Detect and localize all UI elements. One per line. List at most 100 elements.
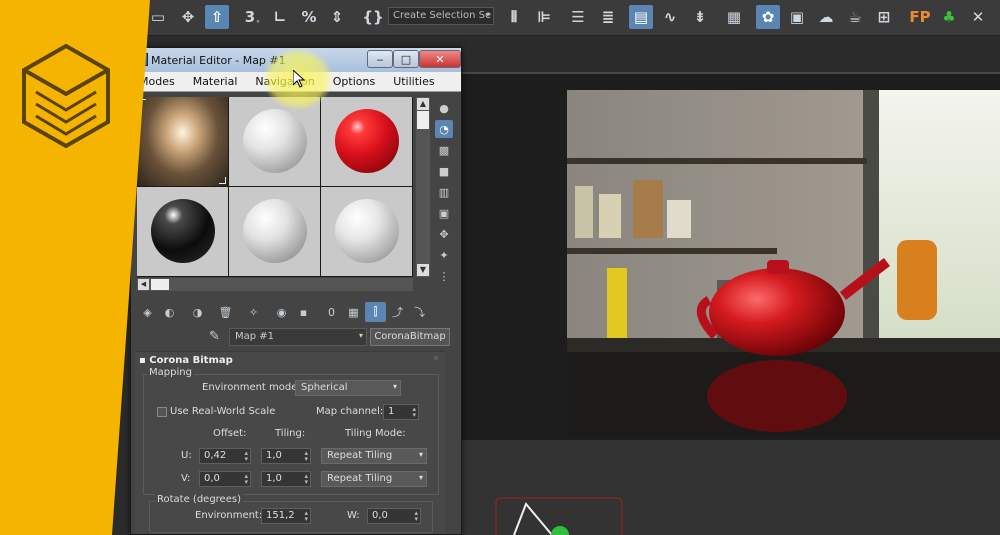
sample-slot-white-sphere-2[interactable] (229, 187, 320, 276)
sample-slot-red-glossy[interactable] (321, 97, 412, 186)
rollout-pin-icon: ◦ (433, 354, 439, 364)
scene-explorer-icon[interactable]: ☰ (566, 5, 590, 29)
u-offset-spinner[interactable]: 0,42 ▴ ▾ (199, 448, 251, 464)
scroll-thumb[interactable] (417, 111, 429, 129)
v-tiling-mode-dropdown[interactable]: Repeat Tiling ▾ (321, 471, 427, 487)
rollout-collapse-icon[interactable]: ▪ (139, 355, 149, 366)
render-iterative-icon[interactable]: ⊞ (872, 5, 896, 29)
fp-plugin-icon[interactable]: FP (908, 5, 932, 29)
backlight-icon[interactable]: ◔ (435, 120, 453, 138)
environment-mode-dropdown[interactable]: Spherical ▾ (295, 380, 401, 396)
close-button[interactable]: ✕ (419, 50, 461, 68)
angle-snap-icon[interactable]: 3 ° (238, 5, 262, 29)
mirror-icon[interactable]: ⫴ (502, 5, 526, 29)
assign-to-selection-icon[interactable]: ◑ (187, 302, 208, 322)
material-editor-side-toolbar: ● ◔ ▩ ■ ▥ ▣ ✥ ✦ ⋮ (433, 97, 455, 288)
perspective-floor-area (462, 440, 1000, 535)
named-selection-set-dropdown[interactable]: Create Selection Se ▾ (388, 7, 494, 25)
render-viewport[interactable] (462, 72, 1000, 440)
v-offset-spinner[interactable]: 0,0 ▴ ▾ (199, 471, 251, 487)
schematic-view-icon[interactable]: ▦ (722, 5, 746, 29)
show-end-result-icon[interactable]: ⫿ (365, 302, 386, 322)
brand-logo-icon (22, 44, 110, 148)
reset-map-icon[interactable]: 🗑 (215, 302, 236, 322)
v-label: V: (181, 473, 191, 484)
make-preview-icon[interactable]: ▣ (435, 204, 453, 222)
material-options-icon[interactable]: ✥ (435, 225, 453, 243)
save-to-library-icon[interactable]: ▪ (293, 302, 314, 322)
forest-plugin-icon[interactable]: ♣ (937, 5, 961, 29)
put-to-library-icon[interactable]: ◉ (271, 302, 292, 322)
sample-slots-grid (137, 97, 413, 277)
video-color-check-icon[interactable]: ▥ (435, 183, 453, 201)
menu-options[interactable]: Options (325, 75, 383, 88)
scroll-up-icon[interactable]: ▲ (417, 98, 429, 110)
map-name-dropdown[interactable]: Map #1 ▾ (229, 328, 367, 346)
sample-slot-hdri-map[interactable] (137, 97, 228, 186)
get-material-icon[interactable]: ◈ (137, 302, 158, 322)
corona-bitmap-rollout: ▪ Corona Bitmap ◦ Mapping Environment mo… (135, 351, 445, 534)
environment-mode-label: Environment mode: (202, 382, 301, 393)
scroll-down-icon[interactable]: ▼ (417, 264, 429, 276)
edit-named-selection-icon[interactable]: {} (361, 5, 385, 29)
main-toolbar: ▭ ✥ ⇧ 3 ° ∟ % ⇕ {} Create Selection Se ▾ ⫴… (0, 0, 1000, 36)
map-channel-spinner[interactable]: 1 ▴ ▾ (383, 404, 419, 420)
map-name-row: ✎ Map #1 ▾ CoronaBitmap (137, 328, 455, 348)
go-forward-sibling-icon[interactable]: ⤵ (409, 302, 430, 322)
w-rotate-label: W: (347, 510, 360, 521)
angle-snap-toggle-icon[interactable]: ∟ (268, 5, 292, 29)
sample-slot-black-glossy[interactable] (137, 187, 228, 276)
material-map-navigator-icon[interactable]: ⋮ (435, 267, 453, 285)
render-production-icon[interactable]: ☕ (843, 5, 867, 29)
offset-label: Offset: (213, 428, 247, 439)
scroll-thumb-horizontal[interactable] (151, 279, 169, 290)
tiling-label: Tiling: (275, 428, 306, 439)
scroll-left-icon[interactable]: ◀ (138, 279, 149, 290)
dope-sheet-icon[interactable]: ⇟ (688, 5, 712, 29)
make-unique-icon[interactable]: ✧ (243, 302, 264, 322)
settings-tools-icon[interactable]: ✕ (966, 5, 990, 29)
rendered-frame-window-icon[interactable]: ☁ (814, 5, 838, 29)
show-shaded-material-icon[interactable]: ▦ (343, 302, 364, 322)
menu-utilities[interactable]: Utilities (385, 75, 442, 88)
environment-rotate-spinner[interactable]: 151,2 ▴ ▾ (261, 508, 311, 524)
use-real-world-scale-checkbox[interactable] (157, 407, 167, 417)
map-type-button[interactable]: CoronaBitmap (370, 328, 450, 346)
material-id-channel-icon[interactable]: 0 (321, 302, 342, 322)
sample-uv-tiling-icon[interactable]: ■ (435, 162, 453, 180)
ribbon-toggle-icon[interactable]: ▤ (629, 5, 653, 29)
spinner-snap-icon[interactable]: ⇕ (325, 5, 349, 29)
select-filter-icon[interactable]: ▭ (146, 5, 170, 29)
go-to-parent-icon[interactable]: ⤴ (387, 302, 408, 322)
u-label: U: (181, 450, 192, 461)
u-tiling-spinner[interactable]: 1,0 ▴ ▾ (261, 448, 311, 464)
put-to-scene-icon[interactable]: ◐ (159, 302, 180, 322)
slots-horizontal-scrollbar[interactable]: ◀ (137, 278, 413, 291)
use-real-world-scale-label: Use Real-World Scale (170, 406, 276, 417)
pick-material-eyedropper-icon[interactable]: ✎ (209, 329, 220, 344)
rollout-header[interactable]: ▪ Corona Bitmap ◦ (135, 352, 445, 368)
sample-type-sphere-icon[interactable]: ● (435, 99, 453, 117)
background-checker-icon[interactable]: ▩ (435, 141, 453, 159)
align-icon[interactable]: ⊫ (532, 5, 556, 29)
w-rotate-spinner[interactable]: 0,0 ▴ ▾ (367, 508, 421, 524)
material-editor-icon[interactable]: ✿ (756, 5, 780, 29)
material-editor-window[interactable]: Material Editor - Map #1 ‒ □ ✕ Modes Mat… (130, 47, 462, 535)
minimize-button[interactable]: ‒ (367, 50, 393, 68)
slots-vertical-scrollbar[interactable]: ▲ ▼ (416, 97, 430, 277)
u-tiling-mode-dropdown[interactable]: Repeat Tiling ▾ (321, 448, 427, 464)
render-setup-icon[interactable]: ▣ (785, 5, 809, 29)
mouse-cursor-icon (293, 70, 305, 88)
percent-snap-icon[interactable]: % (297, 5, 321, 29)
select-and-place-icon[interactable]: ⇧ (205, 5, 229, 29)
sample-slot-white-sphere-3[interactable] (321, 187, 412, 276)
v-tiling-spinner[interactable]: 1,0 ▴ ▾ (261, 471, 311, 487)
maximize-button[interactable]: □ (393, 50, 419, 68)
curve-editor-icon[interactable]: ∿ (658, 5, 682, 29)
select-by-material-icon[interactable]: ✦ (435, 246, 453, 264)
sample-slot-white-matte[interactable] (229, 97, 320, 186)
move-tool-icon[interactable]: ✥ (176, 5, 200, 29)
menu-material[interactable]: Material (185, 75, 246, 88)
tiling-mode-label: Tiling Mode: (345, 428, 406, 439)
layer-explorer-icon[interactable]: ≣ (596, 5, 620, 29)
